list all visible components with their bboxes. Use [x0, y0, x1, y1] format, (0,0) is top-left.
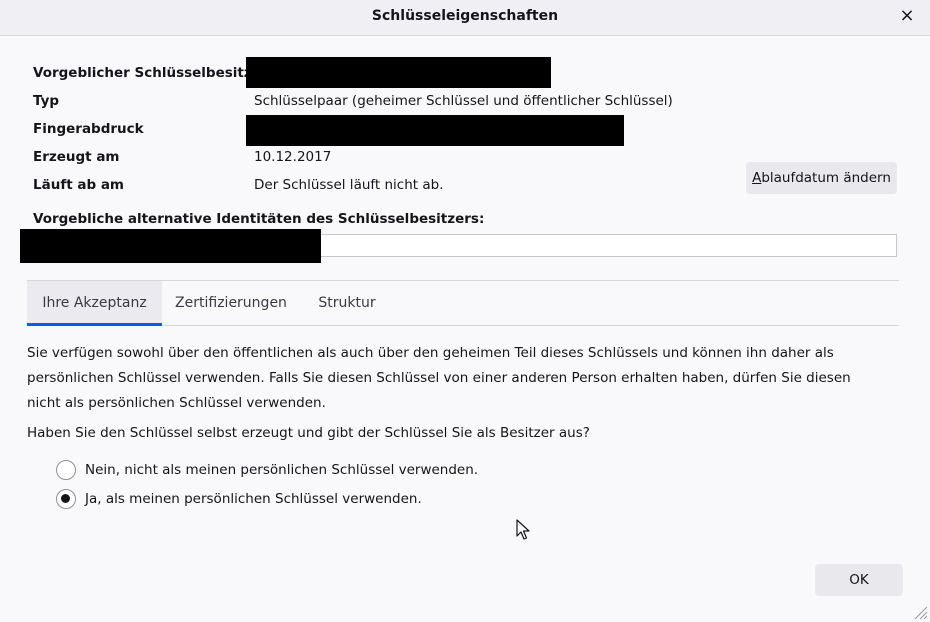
fingerprint-label: Fingerabdruck: [33, 121, 144, 137]
dialog-titlebar: Schlüsseleigenschaften ×: [0, 0, 930, 36]
radio-not-personal[interactable]: [56, 460, 76, 480]
dialog-title: Schlüsseleigenschaften: [371, 8, 559, 24]
mouse-pointer-icon: [516, 519, 530, 545]
owner-label: Vorgeblicher Schlüsselbesitzer: [33, 65, 268, 81]
tab-structure[interactable]: Struktur: [307, 281, 387, 326]
expires-value: Der Schlüssel läuft nicht ab.: [254, 177, 444, 193]
tab-acceptance[interactable]: Ihre Akzeptanz: [27, 281, 162, 326]
ok-button[interactable]: OK: [815, 564, 903, 596]
radio-use-personal-label[interactable]: Ja, als meinen persönlichen Schlüssel ve…: [85, 491, 422, 507]
type-value: Schlüsselpaar (geheimer Schlüssel und öf…: [254, 93, 673, 109]
created-label: Erzeugt am: [33, 149, 120, 165]
tab-bar: Ihre Akzeptanz Zertifizierungen Struktur: [27, 280, 899, 326]
acceptance-question: Haben Sie den Schlüssel selbst erzeugt u…: [27, 425, 590, 441]
expires-label: Läuft ab am: [33, 177, 124, 193]
resize-grip-icon[interactable]: [912, 604, 928, 622]
alt-identities-label: Vorgebliche alternative Identitäten des …: [33, 211, 485, 227]
change-expiry-button[interactable]: Ablaufdatum ändern: [746, 162, 897, 194]
type-label: Typ: [33, 93, 60, 109]
change-expiry-button-label: blaufdatum ändern: [761, 170, 891, 186]
tab-certifications[interactable]: Zertifizierungen: [167, 281, 295, 326]
radio-not-personal-label[interactable]: Nein, nicht als meinen persönlichen Schl…: [85, 462, 478, 478]
fingerprint-value-redacted: [246, 115, 624, 146]
owner-value-redacted: [246, 57, 551, 88]
acceptance-description: Sie verfügen sowohl über den öffentliche…: [27, 345, 851, 411]
close-icon[interactable]: ×: [896, 6, 918, 28]
change-expiry-accesskey: A: [752, 170, 762, 186]
radio-use-personal[interactable]: [56, 489, 76, 509]
created-value: 10.12.2017: [254, 149, 332, 165]
alt-identity-redacted: [20, 229, 321, 263]
